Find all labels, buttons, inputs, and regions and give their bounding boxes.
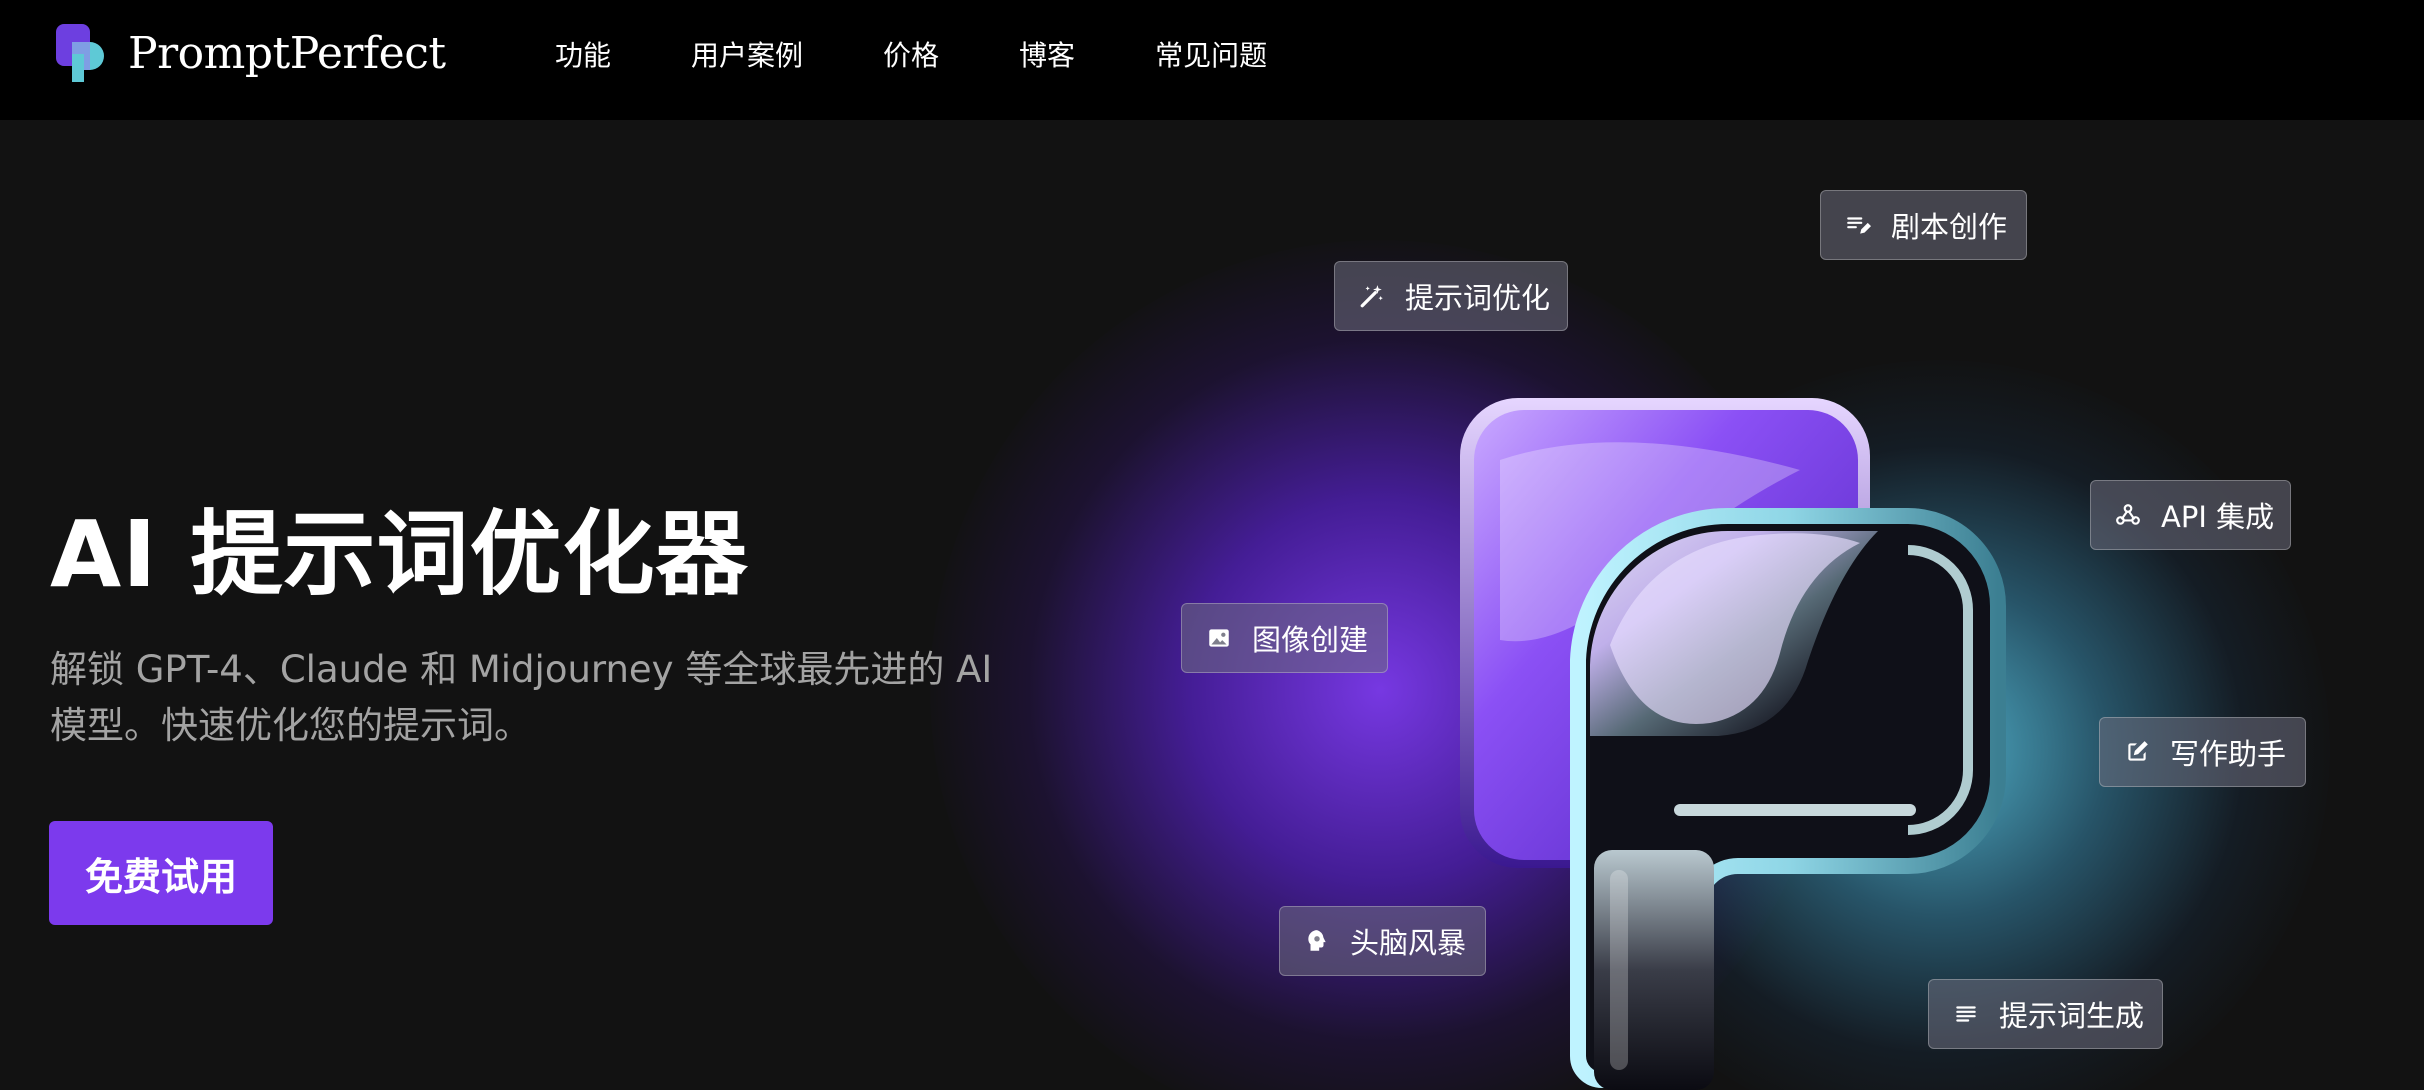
webhook-icon (2115, 502, 2141, 528)
nav-link-features[interactable]: 功能 (555, 34, 611, 74)
pencil-square-icon (2124, 739, 2150, 765)
promptperfect-logo-icon (56, 24, 104, 82)
chip-api-integration[interactable]: API 集成 (2090, 480, 2291, 550)
hero-title: AI 提示词优化器 (50, 501, 749, 608)
chip-label: 写作助手 (2170, 737, 2287, 771)
nav-link-pricing[interactable]: 价格 (883, 34, 939, 74)
chip-prompt-generation[interactable]: 提示词生成 (1928, 979, 2163, 1049)
chip-prompt-optimization[interactable]: 提示词优化 (1334, 261, 1568, 331)
hero-section: AI 提示词优化器 解锁 GPT-4、Claude 和 Midjourney 等… (0, 120, 2424, 1090)
top-navbar: PromptPerfect 功能 用户案例 价格 博客 常见问题 (0, 0, 2424, 120)
chip-label: 图像创建 (1252, 623, 1369, 657)
brand-logo-link[interactable]: PromptPerfect (56, 24, 446, 82)
chip-image-creation[interactable]: 图像创建 (1181, 603, 1388, 673)
nav-link-faq[interactable]: 常见问题 (1155, 34, 1267, 74)
chip-label: 头脑风暴 (1350, 926, 1467, 960)
chip-label: 提示词生成 (1999, 999, 2145, 1033)
chip-label: API 集成 (2161, 500, 2275, 534)
nav-menu: 功能 用户案例 价格 博客 常见问题 (555, 30, 1347, 78)
lines-list-icon (1953, 1001, 1979, 1027)
chip-script-writing[interactable]: 剧本创作 (1820, 190, 2027, 260)
chip-writing-assistant[interactable]: 写作助手 (2099, 717, 2306, 787)
image-icon (1206, 625, 1232, 651)
magic-wand-icon (1359, 283, 1385, 309)
nav-link-blog[interactable]: 博客 (1019, 34, 1075, 74)
chip-brainstorming[interactable]: 头脑风暴 (1279, 906, 1486, 976)
free-trial-button[interactable]: 免费试用 (49, 821, 273, 925)
hero-subtitle: 解锁 GPT-4、Claude 和 Midjourney 等全球最先进的 AI … (50, 648, 993, 747)
brain-head-icon (1304, 928, 1330, 954)
chip-label: 提示词优化 (1405, 281, 1551, 315)
nav-link-use-cases[interactable]: 用户案例 (691, 34, 803, 74)
brand-name: PromptPerfect (128, 27, 446, 79)
chip-label: 剧本创作 (1891, 210, 2008, 244)
notes-edit-icon (1845, 212, 1871, 238)
